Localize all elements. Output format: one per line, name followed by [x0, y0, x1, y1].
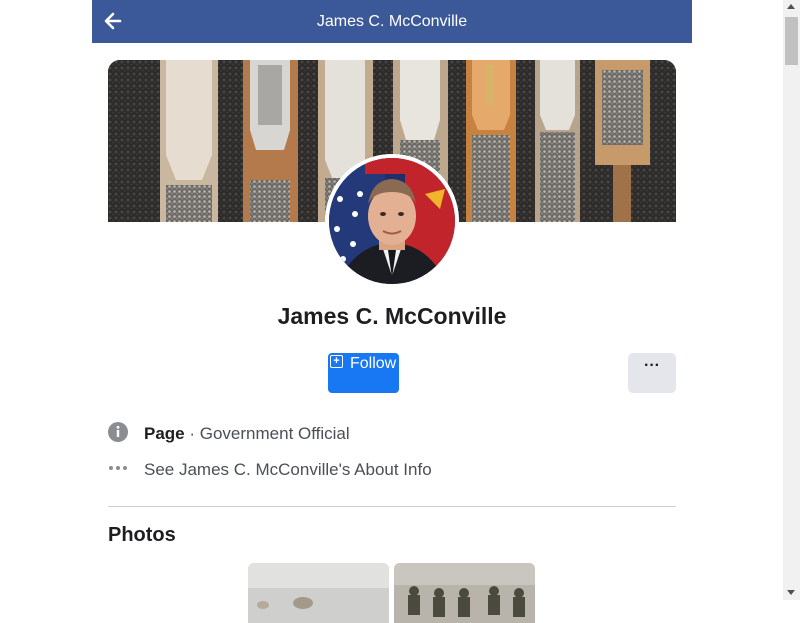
scrollbar[interactable] [783, 0, 800, 600]
more-dots-icon [109, 466, 127, 470]
about-link[interactable]: See James C. McConville's About Info [144, 460, 432, 480]
scroll-up-icon[interactable] [787, 4, 795, 9]
photo-thumbnail[interactable] [394, 563, 535, 623]
page-type-label: Page [144, 424, 185, 443]
scrollbar-thumb[interactable] [785, 17, 798, 65]
profile-name: James C. McConville [277, 303, 507, 329]
photos-heading: Photos [108, 524, 176, 546]
about-row[interactable]: See James C. McConville's About Info [108, 458, 676, 482]
category-row: Page · Government Official [108, 422, 676, 446]
category-separator: · [184, 424, 200, 443]
top-bar: James C. McConville [92, 0, 692, 43]
divider [108, 506, 676, 507]
plus-icon: + [330, 355, 343, 368]
follow-label: Follow [350, 355, 397, 372]
photo-thumbnail[interactable] [248, 563, 389, 623]
profile-picture[interactable] [325, 154, 459, 288]
info-icon [108, 422, 128, 442]
more-options-button[interactable]: ··· [628, 353, 676, 393]
scroll-down-icon[interactable] [787, 590, 795, 595]
category-value: Government Official [199, 424, 350, 443]
page-title: James C. McConville [316, 13, 468, 30]
category-text: Page · Government Official [144, 424, 350, 444]
follow-button[interactable]: + Follow [328, 353, 399, 393]
